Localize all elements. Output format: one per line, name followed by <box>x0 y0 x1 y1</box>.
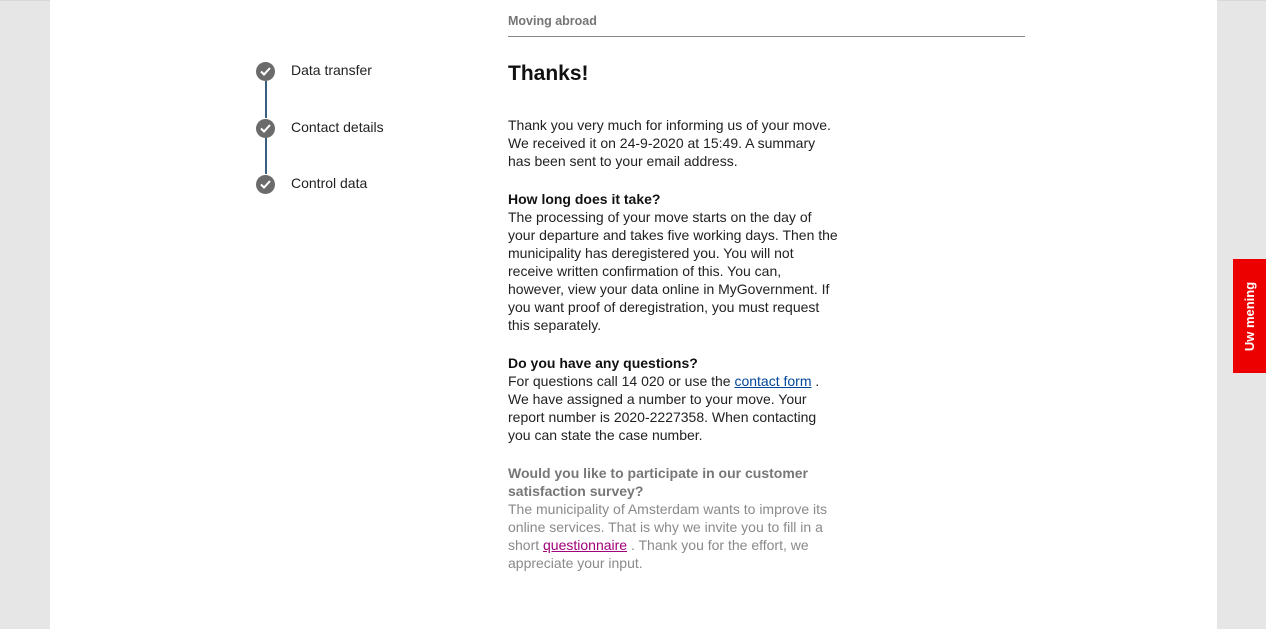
intro-text: Thank you very much for informing us of … <box>508 117 831 169</box>
how-long-body: The processing of your move starts on th… <box>508 209 838 333</box>
step-label: Control data <box>291 175 368 191</box>
confirmation-content: Thanks! Thank you very much for informin… <box>508 60 838 592</box>
page-title: Thanks! <box>508 62 589 85</box>
questions-body-before: For questions call 14 020 or use the <box>508 373 731 389</box>
how-long-section: How long does it take? The processing of… <box>508 190 838 334</box>
step-contact-details: Contact details <box>256 117 476 138</box>
feedback-tab-label: Uw mening <box>1242 281 1257 351</box>
survey-heading: Would you like to participate in our cus… <box>508 465 809 499</box>
questions-section: Do you have any questions? For questions… <box>508 354 838 444</box>
how-long-heading: How long does it take? <box>508 191 661 207</box>
breadcrumb: Moving abroad <box>508 14 1025 37</box>
questions-heading: Do you have any questions? <box>508 355 698 371</box>
survey-section: Would you like to participate in our cus… <box>508 464 838 572</box>
step-connector <box>265 81 267 118</box>
contact-form-link[interactable]: contact form <box>734 373 811 389</box>
breadcrumb-label: Moving abroad <box>508 14 597 28</box>
step-data-transfer: Data transfer <box>256 60 476 81</box>
step-label: Contact details <box>291 119 384 135</box>
step-label: Data transfer <box>291 62 372 78</box>
check-icon <box>256 175 275 194</box>
step-connector <box>265 137 267 174</box>
feedback-tab[interactable]: Uw mening <box>1233 259 1266 373</box>
check-icon <box>256 62 275 81</box>
check-icon <box>256 119 275 138</box>
step-control-data: Control data <box>256 173 476 194</box>
questionnaire-link[interactable]: questionnaire <box>543 537 627 553</box>
